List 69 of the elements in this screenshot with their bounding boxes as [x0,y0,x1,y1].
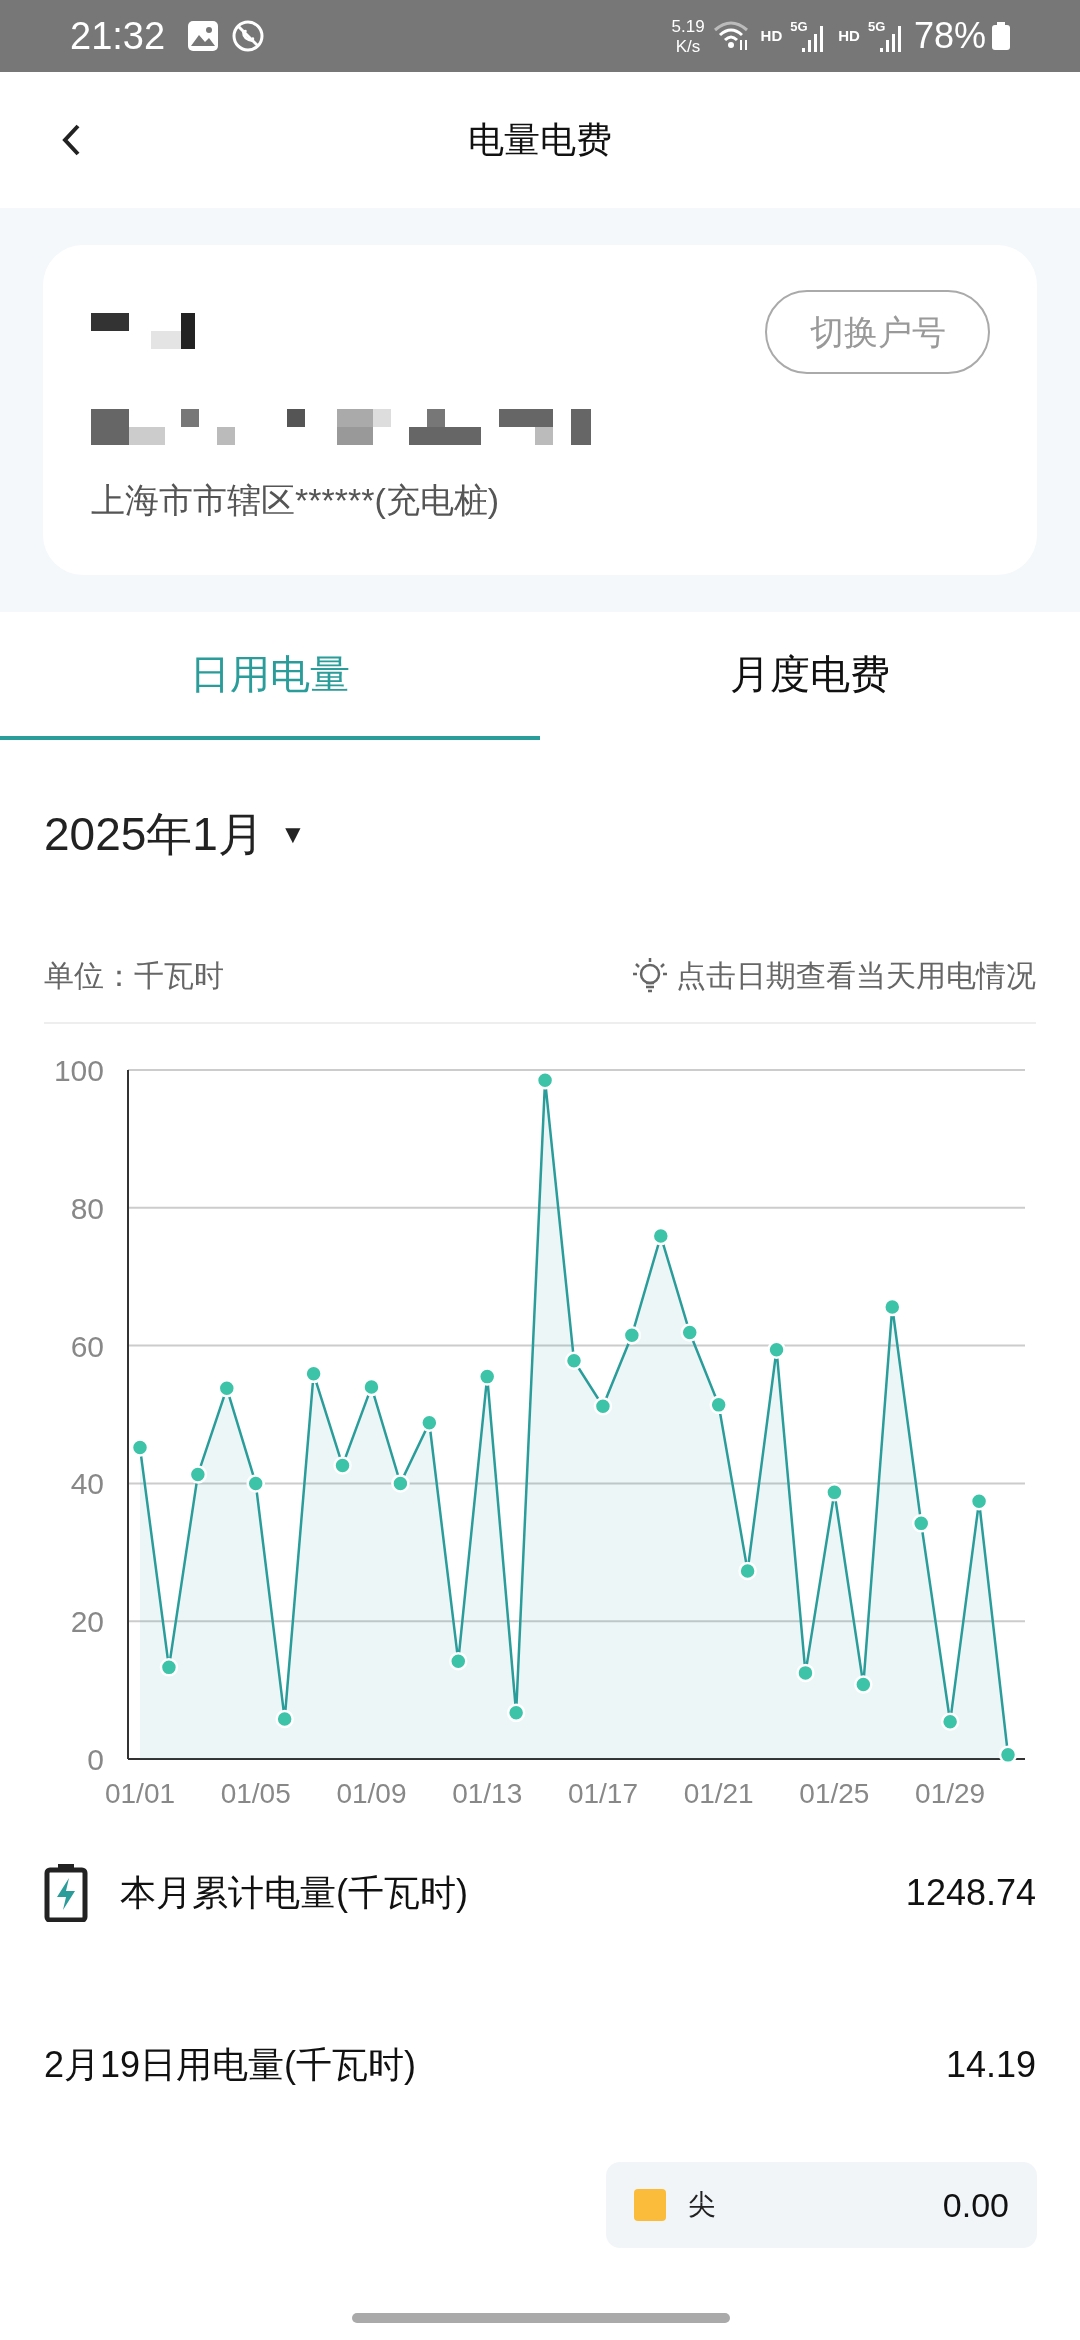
x-tick-label: 01/21 [683,1778,754,1809]
data-point[interactable] [969,1492,989,1511]
y-tick-label: 20 [70,1605,104,1639]
y-tick-label: 80 [70,1191,104,1225]
data-point[interactable] [883,1297,902,1317]
network-type: 5G [867,20,886,33]
data-point[interactable] [593,1397,613,1416]
network-speed: 5.19 [671,17,705,35]
data-point[interactable] [854,1675,873,1694]
summary-label: 2月19日用电量(千瓦时) [44,2043,417,2087]
battery-icon [992,22,1010,50]
summary-value: 1248.74 [905,1871,1036,1915]
y-tick-label: 40 [70,1467,104,1501]
page-title: 电量电费 [468,118,612,162]
data-point[interactable] [825,1483,844,1502]
account-address: 上海市市辖区******(充电桩) [91,480,501,521]
data-point[interactable] [535,1071,555,1090]
x-tick-label: 01/17 [567,1778,638,1809]
data-point[interactable] [564,1351,584,1370]
data-point[interactable] [304,1364,323,1384]
data-point[interactable] [709,1395,728,1415]
y-tick-label: 0 [87,1743,104,1776]
data-point[interactable] [506,1703,526,1723]
data-point[interactable] [159,1658,179,1677]
data-point[interactable] [767,1340,786,1359]
data-point[interactable] [796,1663,815,1683]
x-tick-label: 01/01 [104,1778,176,1809]
speed-unit: K/s [675,37,701,55]
data-point[interactable] [246,1474,265,1493]
data-point[interactable] [998,1745,1018,1765]
legend-value: 0.00 [942,2184,1009,2226]
x-tick-label: 01/09 [336,1778,407,1809]
data-point[interactable] [420,1413,439,1432]
data-point[interactable] [333,1456,352,1475]
blocked-call-icon [231,19,266,53]
data-point[interactable] [362,1377,381,1397]
hd-label: HD [760,25,783,46]
data-point[interactable] [911,1514,931,1533]
x-tick-label: 01/25 [799,1778,870,1809]
clock-time: 21:32 [70,17,166,55]
legend-label: 尖 [688,2188,716,2222]
hint-text: 点击日期查看当天用电情况 [676,958,1036,994]
data-point[interactable] [622,1326,642,1345]
data-point[interactable] [738,1561,757,1581]
data-point[interactable] [449,1651,468,1671]
summary-label: 本月累计电量(千瓦时) [120,1871,468,1915]
x-tick-label: 01/13 [452,1778,523,1809]
battery-percent: 78% [913,18,986,54]
data-point[interactable] [130,1438,150,1457]
summary-value: 14.19 [945,2043,1036,2087]
image-icon [187,20,220,52]
back-icon[interactable] [60,122,82,158]
network-type: 5G [790,20,808,33]
data-point[interactable] [680,1323,699,1342]
y-tick-label: 100 [53,1054,104,1087]
x-tick-label: 01/05 [220,1778,291,1809]
data-point[interactable] [940,1712,960,1732]
unit-label: 单位：千瓦时 [44,958,224,994]
hd-label: HD [838,25,860,46]
x-tick-label: 01/29 [915,1778,986,1809]
y-tick-label: 60 [70,1329,104,1363]
data-point[interactable] [217,1379,237,1398]
tab[interactable]: 月度电费 [540,612,1080,740]
month-picker[interactable]: 2025年1月 ▼ [44,800,306,869]
data-point[interactable] [477,1367,497,1386]
data-point[interactable] [651,1226,671,1246]
data-point[interactable] [275,1709,294,1729]
data-point[interactable] [391,1474,410,1493]
data-point[interactable] [188,1465,208,1484]
